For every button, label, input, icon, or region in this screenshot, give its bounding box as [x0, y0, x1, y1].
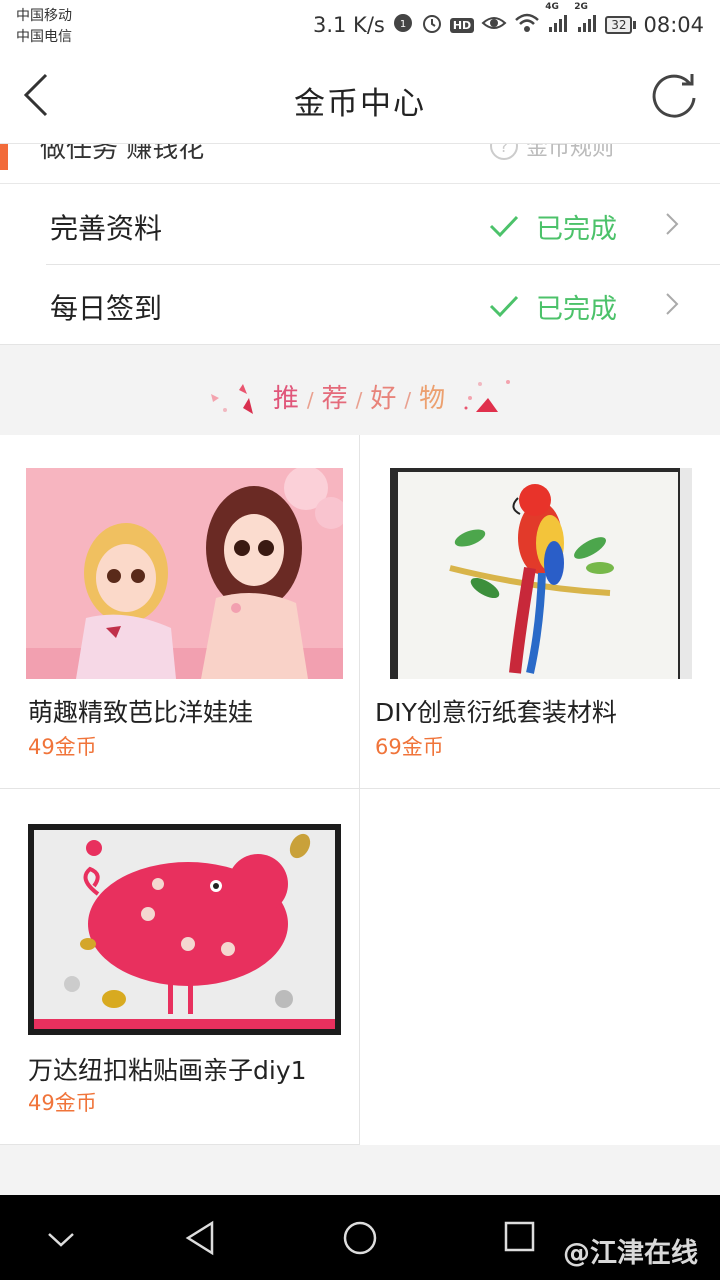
task-row-profile[interactable]: 完善资料 已完成: [0, 185, 720, 265]
product-name: 萌趣精致芭比洋娃娃: [28, 698, 254, 727]
check-icon: [489, 215, 519, 238]
data-saver-icon: 1: [392, 12, 414, 39]
recommended-title: 推 / 荐 / 好 / 物: [0, 378, 720, 415]
top-app-bar: 金币中心: [0, 50, 720, 144]
nav-recents-button[interactable]: [498, 1217, 540, 1259]
watermark: @江津在线: [563, 1238, 698, 1269]
square-recents-icon: [504, 1221, 535, 1252]
chevron-down-icon: [48, 1233, 74, 1247]
question-icon: ?: [490, 144, 518, 160]
clock: 08:04: [643, 13, 704, 37]
net-2g-label: 2G: [574, 1, 588, 12]
svg-text:1: 1: [400, 19, 406, 30]
hd-badge: HD: [449, 17, 475, 33]
task-label: 每日签到: [50, 292, 163, 325]
check-icon: [489, 295, 519, 318]
section-title-char: 好: [370, 384, 399, 414]
product-image: [390, 468, 692, 679]
carrier-2: 中国电信: [16, 29, 72, 45]
page-title: 金币中心: [294, 86, 426, 122]
circle-home-icon: [343, 1221, 377, 1255]
eye-icon: [481, 13, 507, 38]
alarm-icon: [421, 12, 443, 39]
task-status: 已完成: [536, 214, 617, 245]
status-bar: 中国移动 中国电信 3.1 K/s 1 HD 4G 2G 32 08:04: [0, 0, 720, 50]
nav-home-button[interactable]: [339, 1217, 381, 1259]
refresh-button[interactable]: [648, 70, 700, 122]
list-footer-spacer: [0, 1145, 720, 1195]
battery-level: 32: [605, 16, 633, 34]
product-image: [26, 468, 343, 679]
chevron-right-icon: [666, 293, 679, 315]
product-card[interactable]: 万达纽扣粘贴画亲子diy1 49金币: [0, 789, 360, 1145]
refresh-icon: [652, 74, 696, 118]
task-label: 完善资料: [50, 212, 163, 245]
button-collage-image: [28, 824, 341, 1035]
section-title-char: 推: [272, 384, 301, 414]
nav-hide-button[interactable]: [40, 1217, 82, 1259]
carrier-1: 中国移动: [16, 8, 72, 24]
product-name: DIY创意衍纸套装材料: [375, 698, 617, 727]
system-nav-bar: @江津在线: [0, 1195, 720, 1280]
signal-2g-icon: 2G: [574, 2, 598, 39]
task-section-title: 做任务 赚钱花: [40, 144, 205, 164]
product-card[interactable]: 萌趣精致芭比洋娃娃 49金币: [0, 435, 360, 789]
net-4g-label: 4G: [545, 1, 559, 12]
product-price: 49金币: [28, 1091, 97, 1115]
coin-rules-link[interactable]: ? 金币规则: [490, 144, 614, 162]
task-row-checkin[interactable]: 每日签到 已完成: [0, 265, 720, 345]
product-card[interactable]: DIY创意衍纸套装材料 69金币: [360, 435, 720, 789]
wifi-icon: [514, 12, 540, 39]
section-title-char: 物: [419, 384, 448, 414]
product-image: [28, 824, 341, 1035]
task-section-header: 做任务 赚钱花 ? 金币规则: [0, 144, 720, 184]
doll-image: [26, 468, 343, 679]
triangle-back-icon: [185, 1220, 214, 1256]
task-status: 已完成: [536, 294, 617, 325]
nav-back-button[interactable]: [180, 1217, 222, 1259]
section-accent-bar: [0, 144, 8, 170]
coin-rules-label: 金币规则: [526, 144, 615, 161]
chevron-right-icon: [666, 213, 679, 235]
network-speed: 3.1 K/s: [312, 13, 385, 37]
status-icons: 3.1 K/s 1 HD 4G 2G 32 08:04: [312, 2, 704, 40]
product-name: 万达纽扣粘贴画亲子diy1: [28, 1056, 307, 1085]
battery-icon: 32: [605, 16, 637, 34]
signal-4g-icon: 4G: [545, 2, 569, 39]
product-price: 69金币: [375, 735, 444, 759]
quilling-parrot-image: [390, 468, 692, 679]
product-price: 49金币: [28, 735, 97, 759]
section-title-char: 荐: [321, 384, 350, 414]
